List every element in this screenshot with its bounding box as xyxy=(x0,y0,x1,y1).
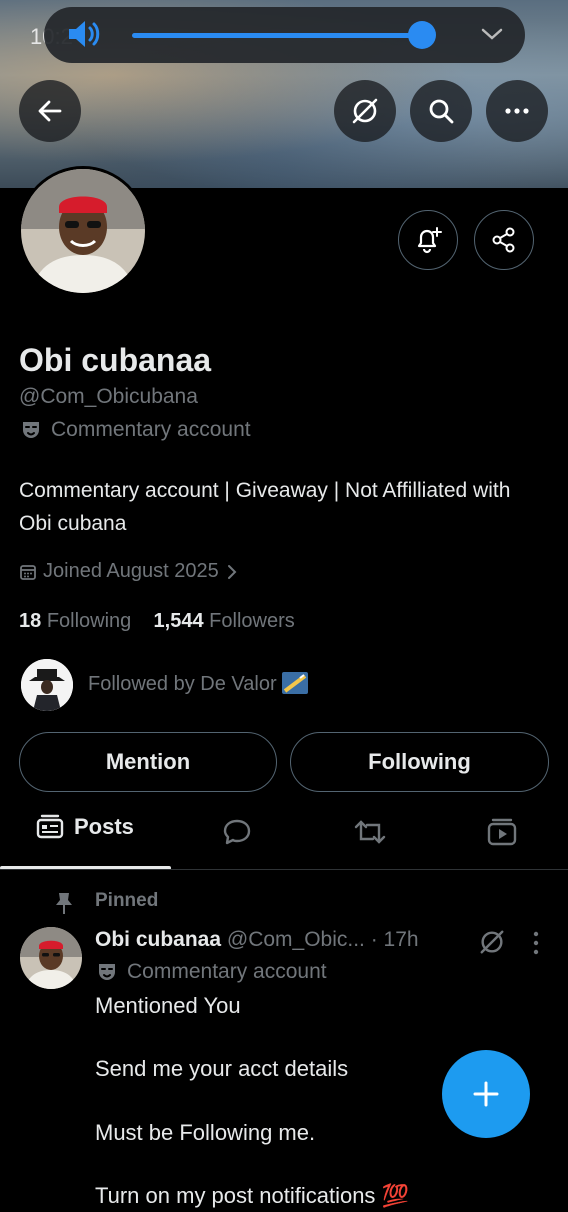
more-vertical-icon[interactable] xyxy=(530,930,542,956)
followers-label: Followers xyxy=(209,610,295,632)
repost-icon xyxy=(354,820,386,844)
tab-posts-label: Posts xyxy=(74,814,134,839)
plus-icon xyxy=(473,1081,499,1107)
mention-button[interactable]: Mention xyxy=(19,732,277,792)
post-account-label: Commentary account xyxy=(95,960,327,984)
tabs-divider xyxy=(0,869,568,870)
chevron-right-icon xyxy=(227,564,237,579)
post-header: Obi cubanaa @Com_Obic... · 17h xyxy=(95,928,419,952)
speaker-icon[interactable] xyxy=(66,18,102,50)
pin-icon xyxy=(56,893,72,914)
following-label: Following xyxy=(46,610,132,632)
tab-reposts[interactable] xyxy=(354,817,386,852)
avatar-image xyxy=(21,169,145,293)
joined-text: Joined August 2025 xyxy=(43,560,219,582)
follower-avatar-image xyxy=(21,659,73,711)
grok-button[interactable] xyxy=(334,80,396,142)
profile-avatar[interactable] xyxy=(18,166,148,296)
calendar-icon xyxy=(20,564,36,580)
followed-by[interactable]: Followed by De Valor xyxy=(88,672,309,696)
more-horizontal-icon xyxy=(505,108,529,114)
following-link[interactable]: 18 Following xyxy=(19,610,131,632)
display-name: Obi cubanaa xyxy=(19,342,212,378)
bell-plus-icon xyxy=(417,227,442,254)
tab-media[interactable] xyxy=(487,818,517,851)
pinned-label: Pinned xyxy=(95,890,159,911)
follower-avatar[interactable] xyxy=(21,659,73,711)
post-avatar[interactable] xyxy=(20,927,82,989)
following-button[interactable]: Following xyxy=(290,732,549,792)
theater-mask-icon xyxy=(99,964,115,980)
search-button[interactable] xyxy=(410,80,472,142)
media-icon xyxy=(487,818,517,846)
volume-slider-thumb[interactable] xyxy=(408,21,436,49)
more-button[interactable] xyxy=(486,80,548,142)
post-handle-time: @Com_Obic... · 17h xyxy=(226,928,419,951)
followers-link[interactable]: 1,544 Followers xyxy=(154,610,295,632)
chevron-down-icon[interactable] xyxy=(478,22,506,46)
grok-slash-circle-icon[interactable] xyxy=(478,928,506,956)
profile-handle: @Com_Obicubana xyxy=(19,385,198,408)
profile-bio: Commentary account | Giveaway | Not Affi… xyxy=(19,479,511,535)
tab-posts[interactable]: Posts xyxy=(36,814,134,840)
follow-stats: 18 Following 1,544 Followers xyxy=(19,610,295,633)
back-button[interactable] xyxy=(19,80,81,142)
account-label: Commentary account xyxy=(19,418,251,442)
flag-emoji-icon xyxy=(282,672,309,694)
volume-slider-track[interactable] xyxy=(132,33,422,38)
post-avatar-image xyxy=(20,927,82,989)
post-author[interactable]: Obi cubanaa xyxy=(95,928,221,951)
reply-icon xyxy=(223,819,251,845)
search-icon xyxy=(429,99,454,124)
theater-mask-icon xyxy=(23,422,39,438)
account-label-text: Commentary account xyxy=(51,418,251,441)
notify-button[interactable] xyxy=(398,210,458,270)
followers-count: 1,544 xyxy=(153,610,204,632)
post-account-label-text: Commentary account xyxy=(127,960,327,983)
tab-replies[interactable] xyxy=(222,817,252,852)
share-icon xyxy=(492,227,515,253)
compose-button[interactable] xyxy=(442,1050,530,1138)
joined-date[interactable]: Joined August 2025 xyxy=(19,560,239,583)
posts-icon xyxy=(36,814,64,839)
arrow-left-icon xyxy=(38,100,62,122)
share-button[interactable] xyxy=(474,210,534,270)
grok-slash-circle-icon xyxy=(352,98,378,124)
followed-by-text: Followed by De Valor xyxy=(88,673,277,695)
following-count: 18 xyxy=(19,610,42,632)
